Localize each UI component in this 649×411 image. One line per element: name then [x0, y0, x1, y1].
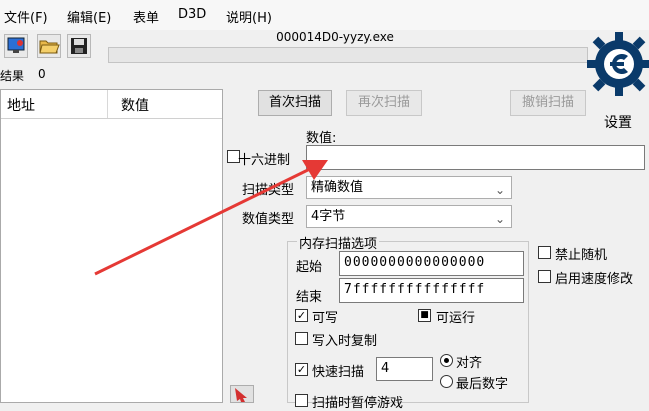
- annotation-arrow-line: [94, 164, 317, 276]
- annotation-arrow: [94, 160, 328, 276]
